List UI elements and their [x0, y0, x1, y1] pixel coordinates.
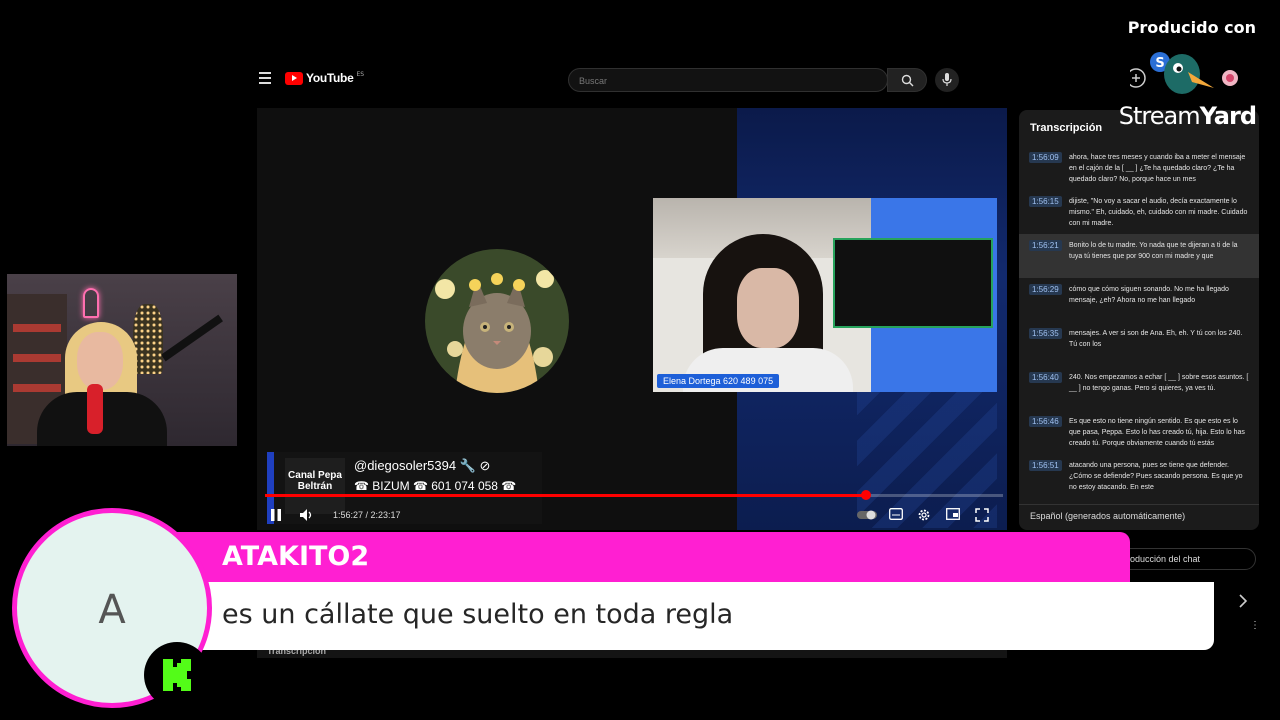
youtube-play-icon [285, 71, 303, 85]
microphone-icon [942, 73, 952, 86]
transcript-text: mensajes. A ver si son de Ana. Eh, eh. Y… [1069, 330, 1243, 348]
search-button[interactable] [887, 68, 927, 92]
progress-scrubber[interactable] [860, 490, 871, 500]
country-code: ES [356, 70, 365, 78]
transcript-timestamp[interactable]: 1:56:21 [1029, 240, 1062, 251]
youtube-topbar: YouTube ES [255, 60, 1015, 100]
transcript-row[interactable]: 1:56:46 Es que esto no tiene ningún senti… [1019, 410, 1259, 454]
transcript-row[interactable]: 1:56:21 Bonito lo de tu madre. Yo nada qu… [1019, 234, 1259, 278]
transcript-row[interactable]: 1:56:40 240. Nos empezamos a echar [ __ ]… [1019, 366, 1259, 410]
host-face [77, 332, 123, 390]
guest-camera-feed: Elena Dortega 620 489 075 [653, 198, 997, 392]
transcript-text: Bonito lo de tu madre. Yo nada que te di… [1069, 242, 1238, 260]
neon-flamingo [83, 288, 99, 318]
transcript-timestamp[interactable]: 1:56:29 [1029, 284, 1062, 295]
search-icon [901, 74, 914, 87]
transcript-text: atacando una persona, pues se tiene que … [1069, 462, 1243, 491]
wordmark-part: Stream [1118, 102, 1201, 130]
guest-name-tag: Elena Dortega 620 489 075 [657, 374, 780, 388]
monitor-screen [833, 238, 993, 328]
search-input[interactable] [579, 72, 869, 89]
transcript-panel: Transcripción 1:56:09 ahora, hace tres me… [1019, 110, 1259, 530]
transcript-text: dijiste, "No voy a sacar el audio, decía… [1069, 198, 1248, 227]
transcript-text: 240. Nos empezamos a echar [ __ ] sobre … [1069, 374, 1249, 392]
video-player[interactable]: Elena Dortega 620 489 075 Canal Pepa Bel… [257, 108, 1007, 530]
search-box [568, 68, 888, 92]
overlay-bizum: ☎ BIZUM ☎ 601 074 058 ☎ [354, 479, 517, 493]
wordmark-bold: Yard [1199, 102, 1257, 130]
host-camera-feed [7, 274, 237, 446]
streamyard-branding: Producido con S StreamYard [1100, 18, 1260, 133]
avatar-initial: A [98, 587, 126, 633]
transcript-row[interactable]: 1:56:15 dijiste, "No voy a sacar el audio… [1019, 190, 1259, 234]
progress-fill [265, 494, 866, 497]
kick-icon [163, 659, 191, 691]
channel-avatar-cat [425, 249, 569, 393]
transcript-row[interactable]: 1:56:35 mensajes. A ver si son de Ana. Eh… [1019, 322, 1259, 366]
transcript-row[interactable]: 1:56:51 atacando una persona, pues se tie… [1019, 454, 1259, 498]
transcript-timestamp[interactable]: 1:56:46 [1029, 416, 1062, 427]
transcript-timestamp[interactable]: 1:56:15 [1029, 196, 1062, 207]
youtube-wordmark: YouTube [306, 71, 354, 85]
streamyard-mascot-icon: S [1130, 52, 1238, 94]
transcript-title: Transcripción [1030, 122, 1103, 134]
overlay-handle: @diegosoler5394 🔧 ⊘ [354, 458, 491, 473]
voice-search-button[interactable] [935, 68, 959, 92]
guest-face [737, 268, 799, 348]
host-microphone [87, 384, 103, 434]
transcript-timestamp[interactable]: 1:56:09 [1029, 152, 1062, 163]
menu-icon[interactable] [259, 72, 271, 84]
svg-text:S: S [1155, 56, 1164, 71]
transcript-timestamp[interactable]: 1:56:35 [1029, 328, 1062, 339]
featured-chat-overlay: ATAKITO2 es un cállate que suelto en tod… [0, 504, 1280, 720]
kick-platform-badge [144, 642, 210, 708]
stream-canvas: YouTube ES Buscar Elena Dortega 620 489 … [0, 0, 1280, 720]
transcript-text: ahora, hace tres meses y cuando iba a me… [1069, 154, 1246, 183]
transcript-timestamp[interactable]: 1:56:51 [1029, 460, 1062, 471]
transcript-timestamp[interactable]: 1:56:40 [1029, 372, 1062, 383]
chat-message: es un cállate que suelto en toda regla [222, 599, 734, 630]
transcript-row[interactable]: 1:56:29 cómo que cómo siguen sonando. No … [1019, 278, 1259, 322]
streamyard-wordmark: StreamYard [1118, 102, 1257, 130]
transcript-row[interactable]: 1:56:09 ahora, hace tres meses y cuando i… [1019, 146, 1259, 190]
chat-username: ATAKITO2 [222, 541, 370, 572]
transcript-text: cómo que cómo siguen sonando. No me ha l… [1069, 286, 1229, 304]
progress-bar[interactable] [265, 490, 1003, 500]
transcript-list[interactable]: 1:56:09 ahora, hace tres meses y cuando i… [1019, 146, 1259, 504]
youtube-logo[interactable]: YouTube ES [285, 71, 364, 85]
light-tree [133, 304, 163, 374]
transcript-text: Es que esto no tiene ningún sentido. Es … [1069, 418, 1245, 447]
made-with-label: Producido con [1127, 18, 1256, 37]
